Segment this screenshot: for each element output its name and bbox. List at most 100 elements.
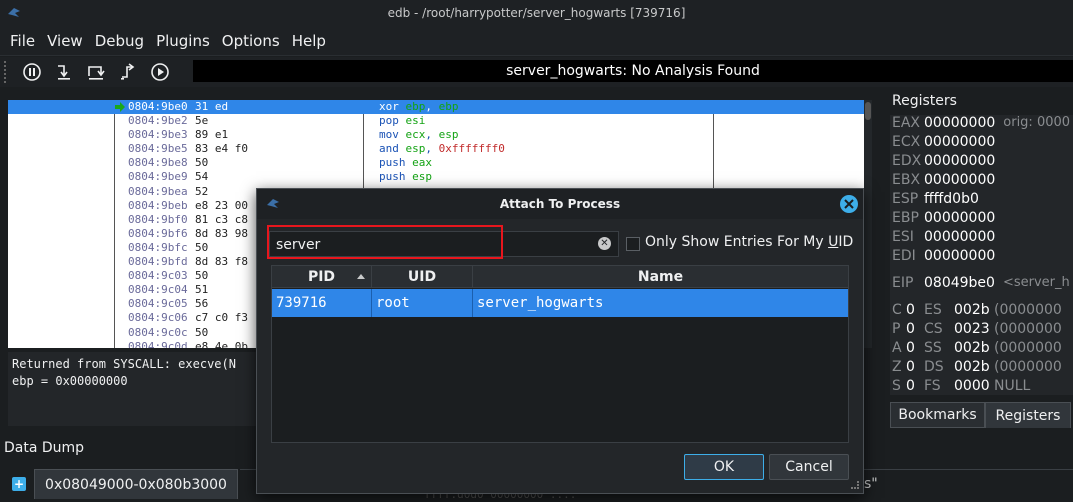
disasm-scrollbar[interactable] <box>864 100 872 348</box>
tab-bookmarks[interactable]: Bookmarks <box>890 402 985 428</box>
cancel-button[interactable]: Cancel <box>769 454 849 480</box>
disasm-row[interactable]: 0804:9be3 89 e1 mov ecx, esp <box>8 128 864 142</box>
dialog-title: Attach To Process <box>499 197 621 211</box>
disasm-row[interactable]: 0804:9be2 5e pop esi <box>8 114 864 128</box>
flag-segment-row[interactable]: S 0 FS 0000 NULL <box>890 378 1030 395</box>
register-row[interactable]: EBP 00000000 <box>890 210 995 229</box>
disasm-row[interactable]: 0804:9be5 83 e4 f0 and esp, 0xfffffff0 <box>8 142 864 156</box>
flag-segment-row[interactable]: P 0 CS 0023 (0000000 <box>890 321 1062 340</box>
menu-debug[interactable]: Debug <box>89 32 150 50</box>
register-name: ESP <box>892 191 919 207</box>
segment-value: 0000 <box>954 378 990 394</box>
toolbar-grip[interactable] <box>4 61 10 83</box>
column-header-name[interactable]: Name <box>473 266 848 288</box>
register-row[interactable]: ESI 00000000 <box>890 229 995 248</box>
disasm-bytes: 31 ed <box>195 100 229 113</box>
segment-name: DS <box>924 359 944 375</box>
only-my-uid-label[interactable]: Only Show Entries For My UID <box>645 234 853 250</box>
table-row[interactable]: 739716 root server_hogwarts <box>272 289 848 317</box>
segment-base: (0000000 <box>994 340 1062 356</box>
disasm-instruction: push esp <box>379 170 432 184</box>
register-comment: orig: 0000 <box>1003 115 1071 130</box>
menu-options[interactable]: Options <box>216 32 286 50</box>
register-row[interactable]: EDI 00000000 <box>890 248 995 267</box>
disasm-bytes: c7 c0 f3 <box>195 311 248 325</box>
instruction-part: eax <box>412 156 432 170</box>
step-over-button[interactable] <box>85 61 107 83</box>
instruction-part: ebp <box>405 100 426 113</box>
segment-value: 002b <box>954 302 990 318</box>
menu-view[interactable]: View <box>41 32 89 50</box>
disasm-address: 0804:9be3 <box>128 128 188 142</box>
process-table-header: PID UID Name <box>272 266 848 288</box>
menu-file[interactable]: File <box>4 32 41 50</box>
add-tab-icon[interactable]: + <box>12 477 26 491</box>
instruction-part: 0xfffffff0 <box>438 142 505 156</box>
disasm-bytes: 5e <box>195 114 209 128</box>
register-row[interactable]: EBX 00000000 <box>890 172 995 191</box>
disasm-address: 0804:9bfc <box>128 240 188 254</box>
run-button[interactable] <box>149 61 171 83</box>
menu-help[interactable]: Help <box>286 32 332 50</box>
instruction-part: esi <box>405 114 426 128</box>
ok-button[interactable]: OK <box>684 454 764 480</box>
segment-value: 002b <box>954 340 990 356</box>
disasm-bytes: 81 c3 c8 <box>195 212 248 226</box>
instruction-part: esp <box>412 170 432 184</box>
only-my-uid-checkbox[interactable] <box>626 237 640 251</box>
flag-segment-row[interactable]: C 0 ES 002b (0000000 <box>890 302 1062 321</box>
pause-icon <box>23 63 41 81</box>
disasm-address: 0804:9beb <box>128 198 188 212</box>
flag-segment-row[interactable]: A 0 SS 002b (0000000 <box>890 340 1062 359</box>
tab-registers[interactable]: Registers <box>985 402 1071 428</box>
flag-segment-row[interactable]: Z 0 DS 002b (0000000 <box>890 359 1062 378</box>
step-into-button[interactable] <box>53 61 75 83</box>
resize-grip-icon[interactable] <box>851 481 859 489</box>
register-row[interactable]: ESP ffffd0b0 <box>890 191 979 210</box>
disasm-bytes: 50 <box>195 269 209 283</box>
disasm-bytes: 51 <box>195 283 209 297</box>
cell-name: server_hogwarts <box>477 295 604 311</box>
column-header-uid[interactable]: UID <box>372 266 473 288</box>
column-header-pid[interactable]: PID <box>272 266 372 288</box>
instruction-part: push <box>379 170 413 184</box>
disasm-row[interactable]: 0804:9be8 50 push eax <box>8 156 864 170</box>
dialog-close-button[interactable] <box>840 195 858 213</box>
disasm-row[interactable]: 0804:9be0 31 ed xor ebp, ebp <box>8 100 864 115</box>
instruction-part: mov <box>379 128 406 142</box>
background-text: s" <box>864 476 878 492</box>
segment-name: CS <box>924 321 943 337</box>
only-my-uid-label-text: ID <box>838 234 854 250</box>
register-row[interactable]: EAX 00000000 orig: 0000 <box>890 115 1070 134</box>
step-over-icon <box>88 66 105 80</box>
disasm-bytes: e8 23 00 <box>195 198 248 212</box>
disasm-address: 0804:9be2 <box>128 114 188 128</box>
register-value: 00000000 <box>924 172 996 188</box>
register-row[interactable]: EIP 08049be0 <server_h <box>890 275 1070 294</box>
scrollbar-thumb[interactable] <box>865 102 871 120</box>
disasm-row[interactable]: 0804:9be9 54 push esp <box>8 170 864 184</box>
close-icon <box>844 199 854 209</box>
register-row[interactable]: ECX 00000000 <box>890 134 995 153</box>
register-comment: <server_h <box>1002 275 1070 290</box>
disasm-bytes: 52 <box>195 184 209 198</box>
register-name: ECX <box>892 134 921 150</box>
segment-base: (0000000 <box>994 321 1062 337</box>
clear-search-icon[interactable]: ✕ <box>598 237 611 250</box>
menu-plugins[interactable]: Plugins <box>150 32 216 50</box>
disasm-instruction: pop esi <box>379 114 425 128</box>
instruction-part: xor <box>379 100 406 113</box>
data-dump-tab[interactable]: 0x08049000-0x080b3000 <box>34 469 238 499</box>
only-my-uid-label-text: Only Show Entries For My <box>645 234 829 250</box>
only-my-uid-label-mnemonic: U <box>828 234 839 250</box>
step-out-button[interactable] <box>117 61 139 83</box>
disasm-bytes: e8 4e 0b <box>195 339 248 348</box>
disasm-instruction: xor ebp, ebp <box>379 100 459 114</box>
instruction-part: pop <box>379 114 406 128</box>
edb-app-icon <box>8 8 20 17</box>
registers-list[interactable]: EAX 00000000 orig: 0000 ECX 00000000 EDX 00000… <box>890 115 1073 395</box>
process-table[interactable]: PID UID Name 739716 root server_hogwarts <box>271 265 849 443</box>
register-row[interactable]: EDX 00000000 <box>890 153 995 172</box>
pause-button[interactable] <box>21 61 43 83</box>
sort-ascending-icon <box>357 274 365 279</box>
